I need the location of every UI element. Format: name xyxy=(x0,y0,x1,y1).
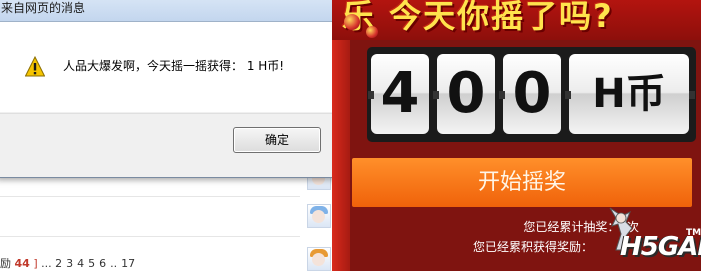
pager-prefix: 励 xyxy=(0,257,11,270)
pager-link[interactable]: 5 xyxy=(88,257,95,270)
pager-bracket: ] xyxy=(33,257,38,270)
alert-dialog: 来自网页的消息 人品大爆发啊，今天摇一摇获得： 1 H币! 确定 xyxy=(0,0,334,178)
ornament-icon xyxy=(344,14,360,30)
start-lottery-button[interactable]: 开始摇奖 xyxy=(352,158,692,207)
counter-hinge xyxy=(565,91,571,99)
dialog-message: 人品大爆发啊，今天摇一摇获得： 1 H币! xyxy=(63,59,285,73)
dialog-title: 来自网页的消息 xyxy=(1,1,86,15)
pagination: 励 44 ] ... 2 3 4 5 6.. 17 xyxy=(0,257,139,271)
pager-ellipsis: ... xyxy=(41,257,52,270)
ornament-icon xyxy=(366,26,378,38)
pager-link[interactable]: 3 xyxy=(66,257,73,270)
counter-hinge xyxy=(433,91,439,99)
avatar[interactable] xyxy=(307,204,331,228)
coin-counter: 4 0 0 H币 xyxy=(367,47,696,142)
counter-hinge xyxy=(368,91,374,99)
ok-button[interactable]: 确定 xyxy=(233,127,321,153)
counter-digit: 0 xyxy=(437,54,495,134)
dialog-titlebar[interactable]: 来自网页的消息 xyxy=(0,0,333,22)
avatar-face xyxy=(312,253,325,266)
counter-hinge xyxy=(499,91,505,99)
counter-digit: 0 xyxy=(503,54,561,134)
pager-ellipsis-link: .. xyxy=(110,257,118,270)
lottery-banner: 乐 今天你摇了吗? xyxy=(332,0,701,40)
pager-link[interactable]: 17 xyxy=(121,257,135,270)
banner-text: 乐 今天你摇了吗? xyxy=(342,0,614,35)
avatar-face xyxy=(312,210,325,223)
pager-link[interactable]: 2 xyxy=(55,257,62,270)
pager-link[interactable]: 6 xyxy=(99,257,106,270)
lottery-panel: 乐 今天你摇了吗? 4 0 0 H币 开始摇奖 您已经累计抽奖：3次 您已经累积… xyxy=(332,0,701,271)
pager-link[interactable]: 4 xyxy=(77,257,84,270)
divider xyxy=(0,236,300,237)
avatar[interactable] xyxy=(307,247,331,271)
counter-hinge xyxy=(689,91,695,99)
logo-trademark: TM xyxy=(686,228,701,238)
site-logo: H5GAL TM xyxy=(600,202,701,271)
reward-text: 您已经累积获得奖励： xyxy=(472,240,593,254)
counter-unit: H币 xyxy=(569,54,689,134)
divider xyxy=(0,196,300,197)
panel-edge xyxy=(332,0,350,271)
pager-current[interactable]: 44 xyxy=(15,257,30,270)
warning-icon xyxy=(25,56,45,77)
counter-digit: 4 xyxy=(371,54,429,134)
